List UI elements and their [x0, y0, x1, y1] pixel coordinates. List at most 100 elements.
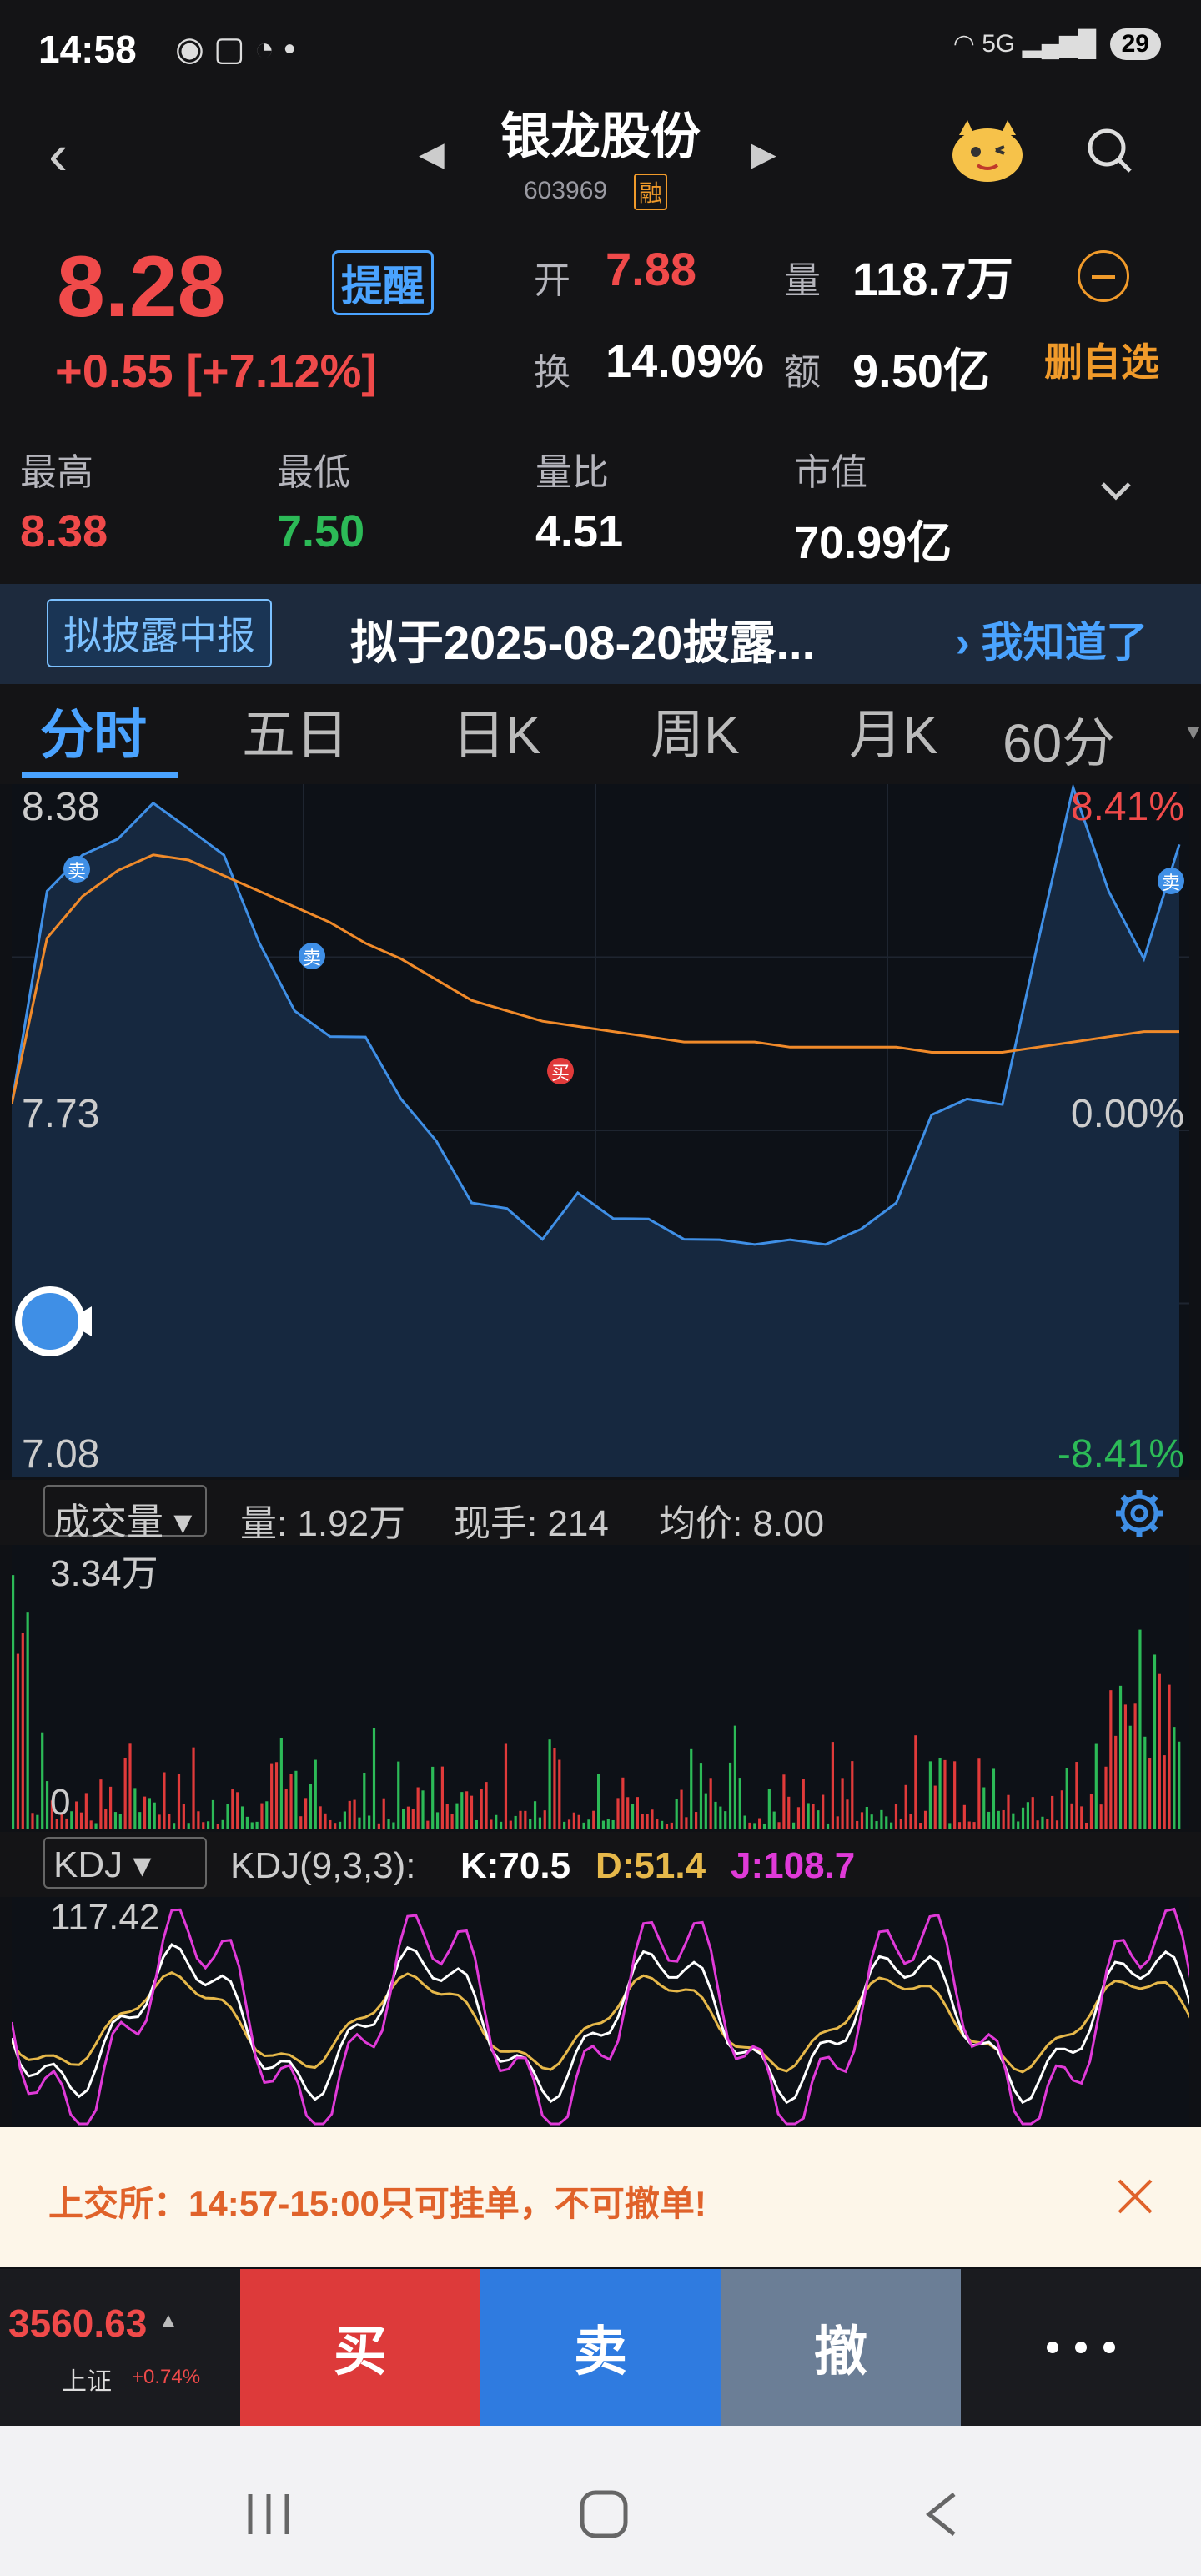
volume-bar	[719, 1806, 722, 1829]
volume-bar	[177, 1774, 181, 1829]
volume-bar	[1143, 1736, 1147, 1829]
volume-bar	[641, 1814, 644, 1829]
tab-daily-k[interactable]: 日K	[452, 692, 541, 769]
volume-value: 118.7万	[852, 253, 1014, 305]
volume-bar	[411, 1809, 415, 1829]
volume-bar	[1104, 1766, 1108, 1829]
volume-bar	[928, 1761, 932, 1829]
intraday-chart[interactable]: 卖 卖 买 卖	[10, 782, 1189, 1477]
volume-bar	[265, 1801, 269, 1829]
buy-button[interactable]: 买	[240, 2269, 480, 2426]
volume-bar	[1114, 1735, 1118, 1829]
tab-60min[interactable]: 60分	[1003, 701, 1115, 777]
volume-bar	[274, 1762, 279, 1829]
volume-bar	[319, 1806, 322, 1829]
volume-bar	[270, 1763, 274, 1829]
volume-bar	[509, 1820, 512, 1829]
next-stock-icon[interactable]: ▶	[751, 135, 776, 174]
volume-bar	[343, 1811, 346, 1829]
chevron-down-icon[interactable]	[1098, 472, 1134, 509]
home-icon[interactable]	[577, 2488, 631, 2541]
volume-bar	[972, 1822, 976, 1829]
volume-bar	[738, 1778, 741, 1829]
volume-bar	[470, 1795, 474, 1829]
tab-weekly-k[interactable]: 周K	[651, 692, 740, 769]
volume-bar	[548, 1739, 551, 1829]
volume-bar	[202, 1822, 205, 1829]
index-value[interactable]: 3560.63	[8, 2301, 147, 2346]
volume-bar	[284, 1789, 288, 1829]
volume-bar	[1148, 1758, 1152, 1829]
volume-bar	[967, 1821, 971, 1829]
volume-bar	[626, 1797, 630, 1829]
volume-bar	[538, 1817, 541, 1829]
turnover-label: 换	[534, 352, 570, 393]
volume-bar	[299, 1816, 303, 1829]
volume-bar	[606, 1819, 610, 1829]
volume-bar	[1041, 1816, 1044, 1829]
volume-bar	[353, 1799, 356, 1829]
volume-bar	[94, 1823, 98, 1829]
remind-button[interactable]: 提醒	[332, 250, 434, 315]
camera-float-icon[interactable]	[12, 1281, 95, 1361]
volume-bar	[372, 1728, 376, 1829]
recent-apps-icon[interactable]	[242, 2489, 295, 2539]
kdj-params: KDJ(9,3,3):	[230, 1845, 416, 1886]
indicator-select-volume[interactable]: 成交量 ▾	[43, 1485, 207, 1542]
volume-bar	[904, 1784, 907, 1829]
volume-bar	[962, 1804, 966, 1829]
back-nav-icon[interactable]	[921, 2489, 962, 2539]
sell-button[interactable]: 卖	[480, 2269, 721, 2426]
volume-bar	[314, 1759, 317, 1829]
notice-text[interactable]: 拟于2025-08-20披露...	[350, 606, 815, 673]
volume-bar	[138, 1812, 142, 1829]
volume-bar	[909, 1814, 912, 1829]
tab-monthly-k[interactable]: 月K	[849, 692, 938, 769]
volume-bar	[792, 1822, 796, 1829]
kdj-lines	[10, 1907, 1193, 2126]
volume-max-label: 3.34万	[50, 1553, 158, 1594]
volume-bar	[890, 1822, 893, 1829]
volume-bar	[255, 1821, 259, 1829]
volume-bar	[860, 1812, 864, 1829]
pct-axis-bottom: -8.41%	[1057, 1432, 1184, 1477]
signal-indicator: ◠ 5G ▂▄▆█ 29	[953, 28, 1161, 60]
tab-5day[interactable]: 五日	[242, 692, 349, 769]
volume-label: 量	[784, 260, 821, 301]
volume-bar	[1007, 1794, 1010, 1829]
indicator-select-kdj[interactable]: KDJ ▾	[43, 1837, 207, 1889]
volume-bar	[236, 1792, 239, 1829]
volume-bar	[831, 1742, 834, 1829]
cancel-order-button[interactable]: 撤	[721, 2269, 961, 2426]
volume-select-label: 成交量	[53, 1502, 163, 1542]
volume-bar	[490, 1819, 493, 1829]
volume-bar	[1168, 1684, 1171, 1829]
tab-intraday[interactable]: 分时	[40, 692, 147, 769]
tab-dropdown-icon[interactable]: ▼	[1183, 719, 1201, 745]
volume-bar	[753, 1823, 756, 1829]
volume-bar	[919, 1823, 922, 1829]
volume-bar	[348, 1800, 351, 1829]
volume-bar	[207, 1821, 210, 1829]
close-icon[interactable]	[1116, 2177, 1154, 2216]
volume-bar	[997, 1810, 1000, 1829]
gear-icon[interactable]	[1113, 1487, 1166, 1540]
search-icon[interactable]	[1084, 125, 1134, 175]
more-menu-icon[interactable]	[961, 2269, 1201, 2426]
network-type: 5G	[982, 30, 1016, 58]
volume-bar	[128, 1743, 132, 1829]
volume-bar	[16, 1653, 20, 1829]
volume-bar	[70, 1811, 73, 1829]
volume-bar	[1036, 1820, 1039, 1829]
remove-watchlist-icon[interactable]	[1078, 250, 1129, 302]
volume-bar	[670, 1822, 673, 1829]
volume-bar	[89, 1820, 93, 1829]
mascot-icon[interactable]	[949, 117, 1026, 184]
remove-watchlist-button[interactable]: 删自选	[1044, 332, 1159, 387]
volume-bar	[475, 1819, 478, 1829]
volume-bar	[656, 1819, 659, 1829]
notice-dismiss-button[interactable]: › 我知道了	[956, 609, 1148, 669]
volume-bar	[899, 1819, 902, 1829]
volume-bar	[158, 1814, 161, 1829]
volume-bar	[226, 1804, 229, 1829]
